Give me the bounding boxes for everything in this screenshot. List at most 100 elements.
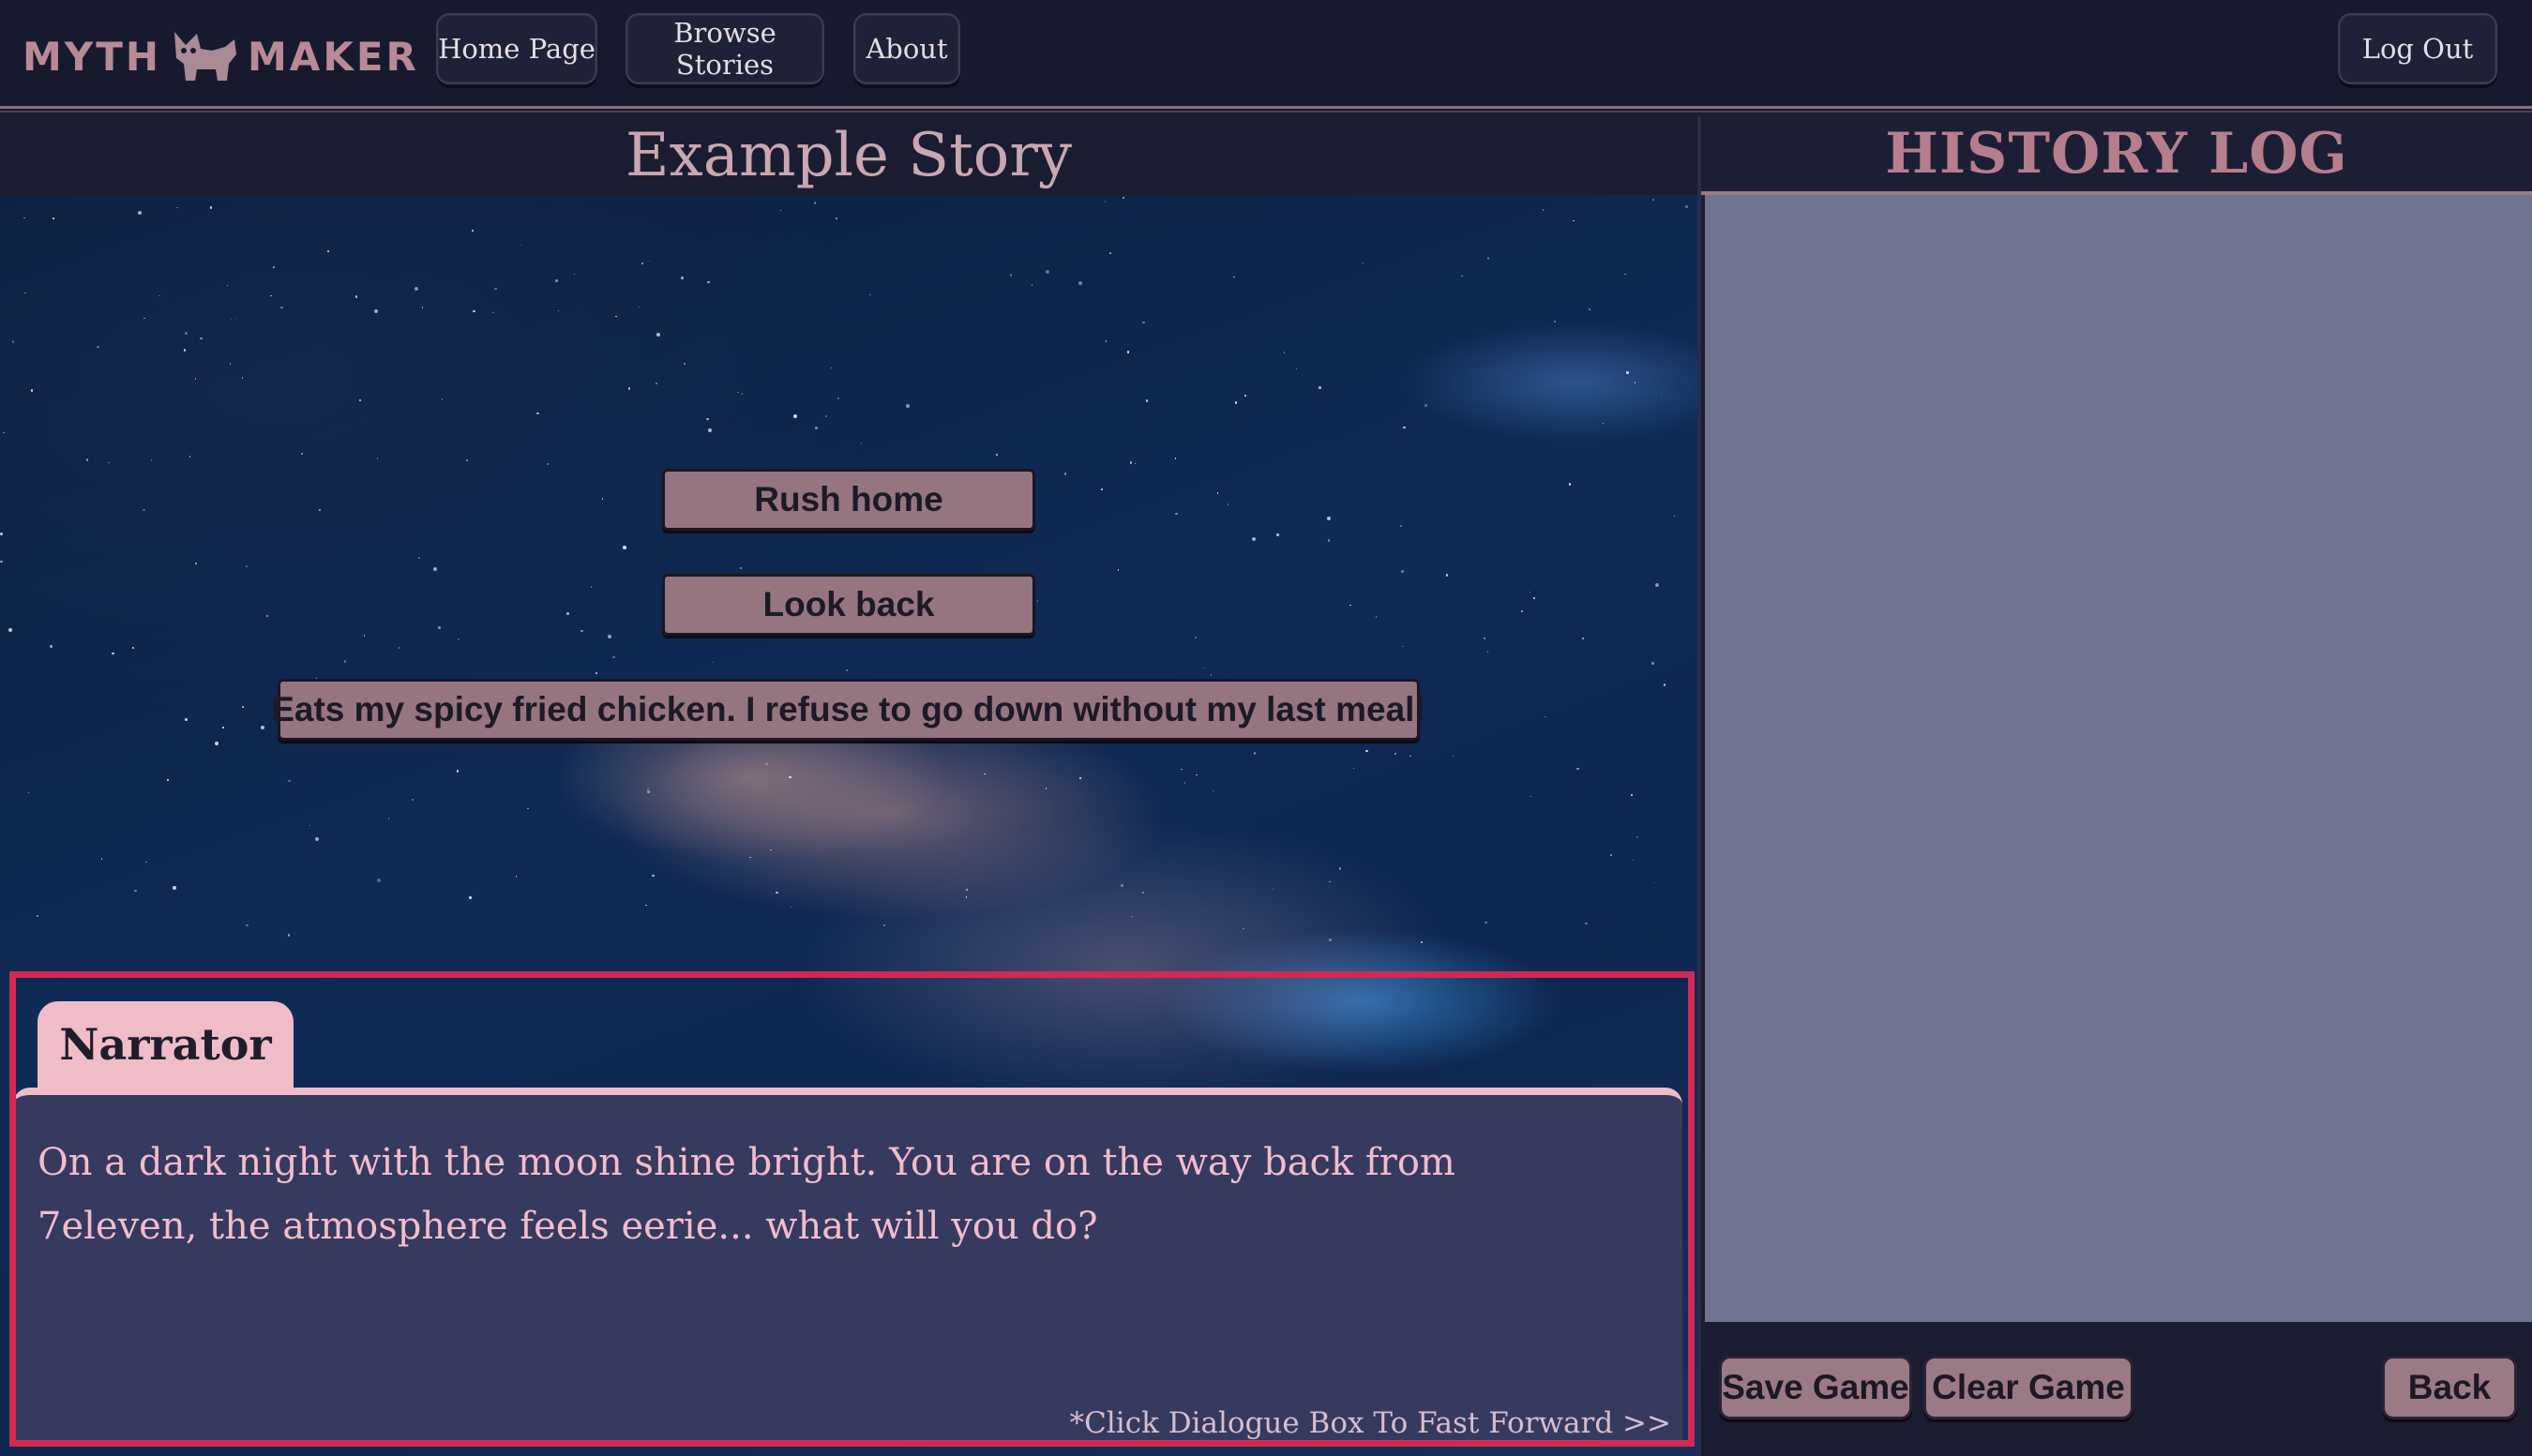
star-decoration: [441, 398, 444, 400]
star-decoration: [830, 367, 833, 369]
star-decoration: [1626, 371, 1629, 374]
star-decoration: [776, 891, 778, 894]
choice-eat-chicken[interactable]: Eats my spicy fried chicken. I refuse to…: [271, 679, 1426, 741]
star-decoration: [765, 762, 768, 766]
history-log-panel[interactable]: [1705, 195, 2532, 1322]
star-decoration: [1009, 274, 1013, 277]
star-decoration: [1233, 276, 1235, 278]
star-decoration: [1461, 275, 1463, 278]
star-decoration: [183, 349, 187, 352]
star-decoration: [555, 279, 558, 282]
star-decoration: [813, 202, 817, 204]
star-decoration: [438, 626, 441, 629]
about-button[interactable]: About: [853, 13, 960, 84]
star-decoration: [469, 896, 472, 899]
star-decoration: [882, 923, 886, 927]
star-decoration: [412, 799, 414, 801]
star-decoration: [387, 818, 390, 819]
star-decoration: [1365, 749, 1368, 753]
star-decoration: [176, 206, 178, 209]
star-decoration: [737, 391, 739, 394]
star-decoration: [150, 459, 153, 461]
star-decoration: [1117, 569, 1120, 571]
log-out-button[interactable]: Log Out: [2338, 13, 2497, 84]
star-decoration: [655, 382, 658, 385]
star-decoration: [984, 773, 986, 775]
star-decoration: [1338, 867, 1342, 870]
star-decoration: [158, 294, 160, 297]
star-decoration: [234, 317, 237, 320]
star-decoration: [1046, 269, 1050, 274]
star-decoration: [200, 337, 203, 340]
star-decoration: [835, 217, 838, 219]
star-decoration: [1036, 600, 1039, 602]
panel-divider: [1697, 116, 1701, 1456]
star-decoration: [1581, 637, 1585, 640]
star-decoration: [1295, 368, 1298, 370]
star-decoration: [301, 453, 303, 455]
star-decoration: [85, 458, 89, 461]
star-decoration: [1203, 667, 1206, 669]
star-decoration: [1568, 483, 1572, 486]
star-decoration: [1409, 755, 1411, 758]
star-decoration: [374, 309, 379, 314]
save-game-button[interactable]: Save Game: [1719, 1356, 1912, 1419]
star-decoration: [1632, 859, 1635, 862]
star-decoration: [188, 456, 191, 458]
star-decoration: [1400, 525, 1402, 527]
star-decoration: [143, 508, 145, 512]
star-decoration: [1585, 922, 1588, 925]
star-decoration: [1602, 422, 1605, 425]
star-decoration: [466, 459, 468, 461]
star-decoration: [8, 628, 13, 633]
browse-stories-button[interactable]: Browse Stories: [625, 13, 824, 84]
clear-game-button[interactable]: Clear Game: [1923, 1356, 2133, 1419]
star-decoration: [287, 934, 291, 937]
star-decoration: [779, 209, 782, 212]
logo-text-myth: MYTH: [23, 33, 162, 80]
star-decoration: [1542, 209, 1545, 211]
star-decoration: [30, 389, 34, 392]
star-decoration: [860, 443, 863, 444]
star-decoration: [1630, 793, 1634, 797]
star-decoration: [1123, 197, 1124, 199]
star-decoration: [1078, 280, 1083, 285]
star-decoration: [1403, 426, 1406, 429]
star-decoration: [1327, 517, 1332, 521]
star-decoration: [215, 741, 219, 745]
star-decoration: [100, 858, 103, 860]
star-decoration: [1652, 881, 1655, 884]
star-decoration: [1195, 637, 1197, 638]
star-decoration: [1673, 515, 1676, 518]
star-decoration: [1394, 752, 1397, 756]
story-title-bar: Example Story: [0, 116, 1697, 195]
star-decoration: [1634, 382, 1636, 383]
star-decoration: [1251, 536, 1256, 541]
star-decoration: [398, 647, 400, 649]
star-decoration: [1031, 284, 1033, 286]
choice-rush-home[interactable]: Rush home: [662, 469, 1035, 531]
star-decoration: [966, 889, 968, 891]
star-decoration: [145, 861, 147, 863]
home-page-button[interactable]: Home Page: [436, 13, 597, 84]
star-decoration: [656, 333, 661, 338]
star-decoration: [50, 645, 53, 648]
star-decoration: [1213, 789, 1214, 792]
star-decoration: [1485, 921, 1487, 924]
choice-look-back[interactable]: Look back: [662, 574, 1035, 636]
star-decoration: [494, 287, 497, 291]
star-decoration: [645, 904, 647, 907]
app-logo[interactable]: MYTH MAKER: [23, 26, 419, 86]
star-decoration: [707, 428, 712, 432]
star-decoration: [1216, 492, 1219, 494]
star-decoration: [641, 263, 643, 264]
star-decoration: [1101, 488, 1103, 490]
star-decoration: [706, 417, 709, 421]
star-decoration: [1129, 461, 1133, 464]
star-decoration: [222, 727, 224, 728]
star-decoration: [1142, 321, 1145, 324]
back-button[interactable]: Back: [2382, 1356, 2517, 1419]
star-decoration: [647, 788, 649, 790]
star-decoration: [1533, 597, 1535, 599]
star-decoration: [226, 284, 228, 287]
